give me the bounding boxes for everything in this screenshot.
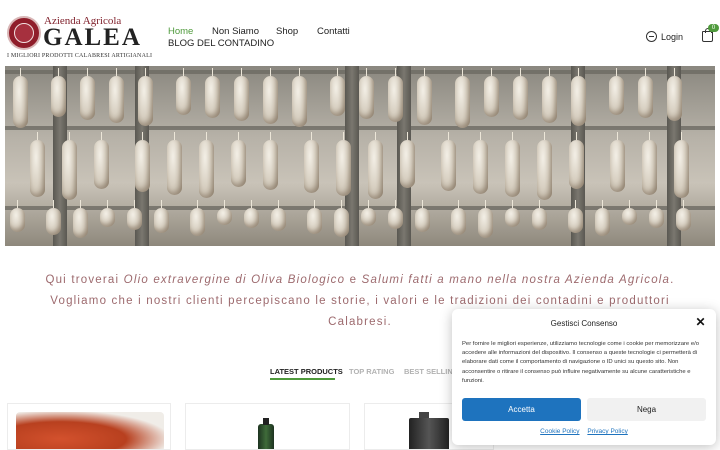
cart-icon[interactable] <box>702 28 713 42</box>
active-tab-indicator <box>270 378 335 380</box>
nav-item-home[interactable]: Home <box>168 26 193 37</box>
tagline-salumi: Salumi fatti a mano nella nostra Azienda… <box>361 274 671 286</box>
login-label: Login <box>661 31 684 42</box>
tagline-olive-oil: Olio extravergine di Oliva Biologico <box>123 274 346 286</box>
close-icon[interactable]: ✕ <box>695 316 706 328</box>
login-link[interactable]: Login <box>646 31 683 42</box>
consent-title: Gestisci Consenso <box>550 319 618 328</box>
logo-seal-icon <box>7 16 41 50</box>
nav-item-blog[interactable]: BLOG DEL CONTADINO <box>168 38 274 49</box>
product-image-oil-bottle <box>258 418 274 449</box>
consent-links: Cookie Policy Privacy Policy <box>452 428 716 435</box>
logo-main-text: GALEA <box>43 24 142 51</box>
site-header: Azienda Agricola GALEA I MIGLIORI PRODOT… <box>0 0 720 66</box>
page: Azienda Agricola GALEA I MIGLIORI PRODOT… <box>0 0 720 450</box>
tab-best-selling[interactable]: BEST SELLING <box>404 367 459 376</box>
nav-item-contatti[interactable]: Contatti <box>317 26 350 37</box>
site-logo[interactable]: Azienda Agricola GALEA I MIGLIORI PRODOT… <box>7 14 152 60</box>
tab-top-rating[interactable]: TOP RATING <box>349 367 394 376</box>
hero-image <box>5 66 715 246</box>
product-image-salame <box>16 412 164 449</box>
product-card[interactable] <box>185 403 350 450</box>
cookie-consent-dialog: Gestisci Consenso ✕ Per fornire le migli… <box>452 309 716 445</box>
cart-count-badge: 0 <box>708 24 719 32</box>
accept-button[interactable]: Accetta <box>462 398 581 421</box>
product-image-oil-tin <box>409 412 449 449</box>
nav-item-non-siamo[interactable]: Non Siamo <box>212 26 259 37</box>
privacy-policy-link[interactable]: Privacy Policy <box>587 428 627 435</box>
deny-button[interactable]: Nega <box>587 398 706 421</box>
tagline-part-1: Qui troverai <box>45 274 124 286</box>
nav-item-shop[interactable]: Shop <box>276 26 298 37</box>
consent-description: Per fornire le migliori esperienze, util… <box>462 341 700 384</box>
login-icon <box>646 31 657 42</box>
logo-subtitle: I MIGLIORI PRODOTTI CALABRESI ARTIGIANAL… <box>7 53 153 59</box>
tab-latest-products[interactable]: LATEST PRODUCTS <box>270 367 343 376</box>
product-card[interactable] <box>7 403 171 450</box>
cookie-policy-link[interactable]: Cookie Policy <box>540 428 579 435</box>
tagline-part-2: e <box>345 274 362 286</box>
